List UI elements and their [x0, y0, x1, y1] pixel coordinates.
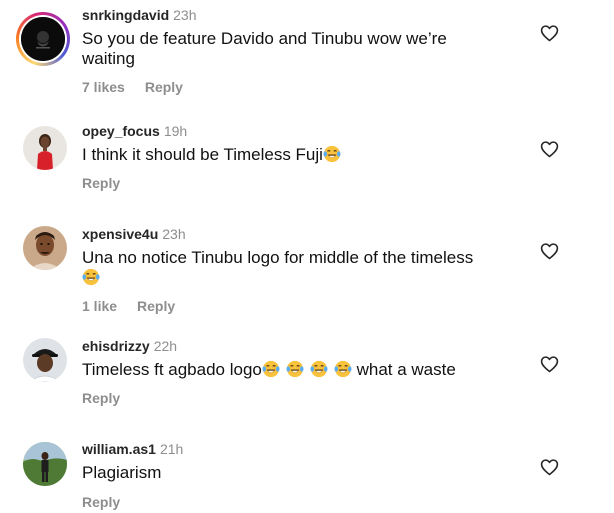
timestamp: 21h [159, 441, 184, 457]
heart-outline-icon[interactable] [540, 458, 559, 476]
avatar[interactable] [23, 226, 67, 270]
timestamp: 23h [173, 7, 197, 23]
comment-meta: ehisdrizzy 22h [82, 338, 177, 355]
comment-actions: 7 likes Reply [82, 79, 183, 96]
timestamp: 19h [163, 123, 188, 139]
comment-actions: Reply [82, 390, 120, 407]
comment-text-content: I think it should be Timeless Fuji [82, 145, 323, 164]
laughing-crying-emoji-icon [334, 360, 352, 378]
comment-text-before: Timeless ft agbado logo [82, 360, 262, 379]
comment-actions: 1 like Reply [82, 298, 175, 315]
comment-actions: Reply [82, 494, 120, 511]
comment-meta: opey_focus 19h [82, 123, 187, 140]
username-link[interactable]: snrkingdavid [82, 7, 169, 23]
reply-button[interactable]: Reply [82, 390, 120, 406]
comment-text-content: Una no notice Tinubu logo for middle of … [82, 248, 474, 267]
heart-outline-icon[interactable] [540, 140, 559, 158]
comment-meta: snrkingdavid 23h [82, 7, 197, 24]
username-link[interactable]: ehisdrizzy [82, 338, 150, 354]
heart-outline-icon[interactable] [540, 242, 559, 260]
laughing-crying-emoji-icon [323, 145, 341, 163]
avatar[interactable] [23, 126, 67, 170]
username-link[interactable]: xpensive4u [82, 226, 158, 242]
username-link[interactable]: opey_focus [82, 123, 160, 139]
laughing-crying-emoji-icon [262, 360, 280, 378]
avatar[interactable] [16, 12, 70, 66]
heart-outline-icon[interactable] [540, 355, 559, 373]
comment-text: I think it should be Timeless Fuji [82, 145, 502, 165]
reply-button[interactable]: Reply [145, 79, 183, 95]
avatar[interactable] [23, 338, 67, 382]
laughing-crying-emoji-icon [286, 360, 304, 378]
heart-outline-icon[interactable] [540, 24, 559, 42]
laughing-crying-emoji-icon [310, 360, 328, 378]
comment-text: So you de feature Davido and Tinubu wow … [82, 29, 447, 68]
username-link[interactable]: william.as1 [82, 441, 156, 457]
timestamp: 23h [162, 226, 186, 242]
reply-button[interactable]: Reply [82, 175, 120, 191]
comment-text: Timeless ft agbado logo what a waste [82, 360, 502, 380]
laughing-crying-emoji-icon [82, 268, 100, 286]
avatar[interactable] [23, 442, 67, 486]
reply-button[interactable]: Reply [82, 494, 120, 510]
comment-meta: xpensive4u 23h [82, 226, 186, 243]
comment-text: Una no notice Tinubu logo for middle of … [82, 248, 502, 288]
comment-text-after: what a waste [351, 360, 456, 379]
reply-button[interactable]: Reply [137, 298, 175, 314]
timestamp: 22h [153, 338, 178, 354]
comment-actions: Reply [82, 175, 120, 192]
likes-count[interactable]: 1 like [82, 298, 117, 314]
comment-meta: william.as1 21h [82, 441, 183, 458]
comment-text: Plagiarism [82, 463, 162, 482]
likes-count[interactable]: 7 likes [82, 79, 125, 95]
